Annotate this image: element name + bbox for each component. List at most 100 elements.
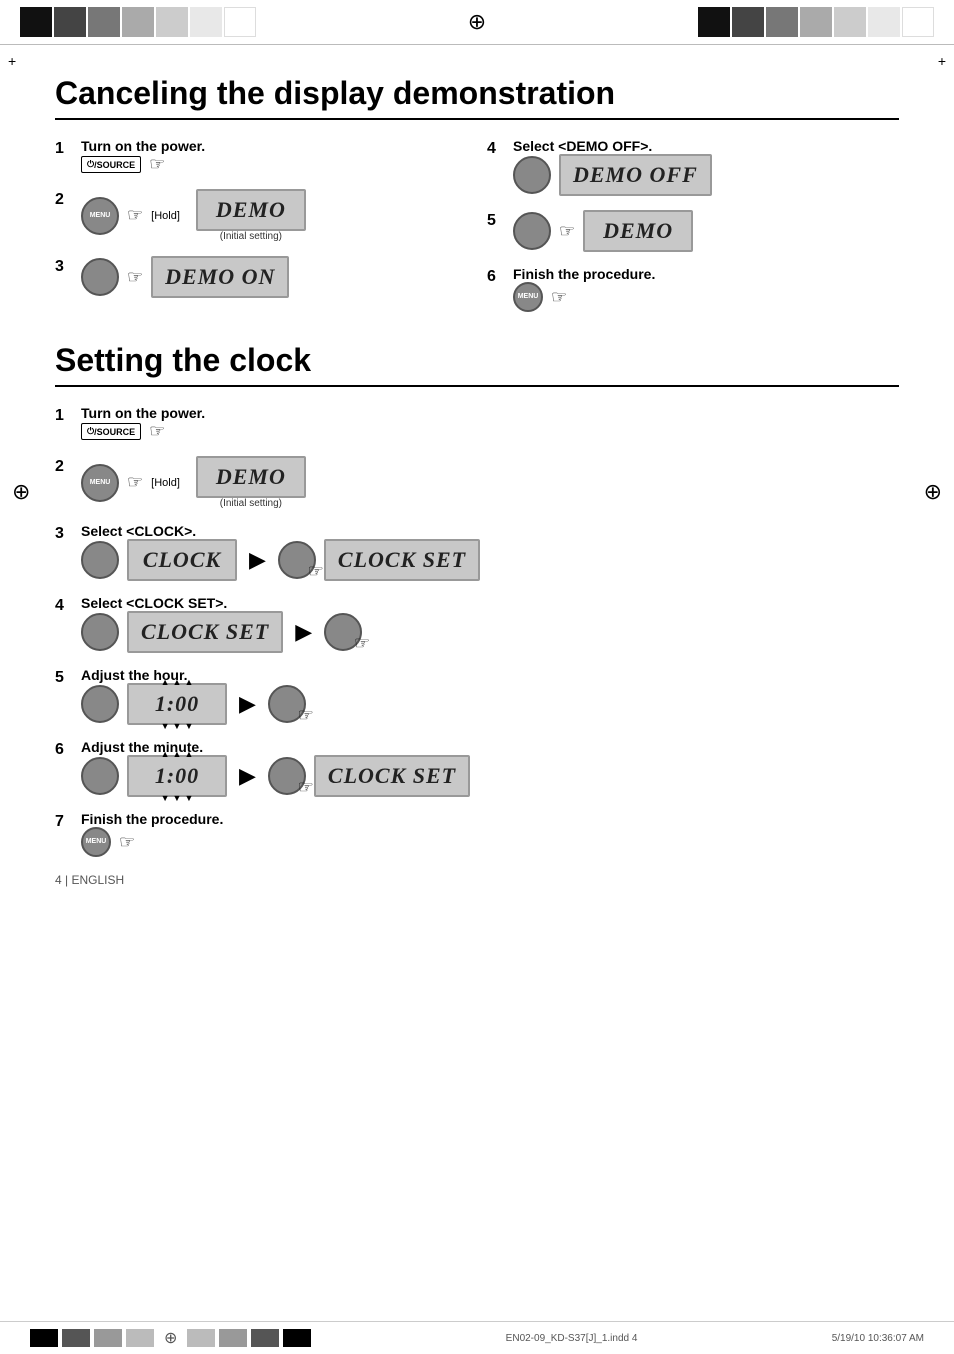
hand-icon-6: ☞	[551, 287, 567, 308]
clock-step4-controls: CLOCK SET ▶ ☞	[81, 611, 362, 653]
down-arrows: ▼ ▼ ▼	[161, 721, 194, 731]
knob-c6b[interactable]: ☞	[268, 757, 306, 795]
step3-num: 3	[55, 258, 73, 276]
down-arrow-m2: ▼	[173, 793, 182, 803]
color-strip-right	[698, 7, 934, 37]
step4-controls: DEMO OFF	[513, 154, 712, 196]
clock-step5-num: 5	[55, 669, 73, 687]
color-block	[224, 7, 256, 37]
step2-display-wrap: DEMO (Initial setting)	[196, 189, 306, 242]
source-button[interactable]: ⏻/SOURCE	[81, 156, 141, 173]
color-block	[190, 7, 222, 37]
hand-icon-c7: ☞	[119, 832, 135, 853]
page-number-line: 4 | ENGLISH	[55, 873, 899, 887]
bottom-block	[251, 1329, 279, 1347]
crosshair-center: ⊕	[468, 11, 486, 33]
knob-step4[interactable]	[513, 156, 551, 194]
file-info: EN02-09_KD-S37[J]_1.indd 4	[506, 1333, 638, 1344]
page-lang: ENGLISH	[71, 873, 124, 887]
clock-step4-num: 4	[55, 597, 73, 615]
clock-step3-content: Select <CLOCK>. CLOCK ▶ ☞ CLOCK SET	[81, 523, 480, 581]
knob-step3[interactable]	[81, 258, 119, 296]
top-bar: ⊕	[0, 0, 954, 45]
menu-knob-finish[interactable]: MENU	[81, 827, 111, 857]
step3-content: ☞ DEMO ON	[81, 256, 289, 298]
up-arrows-min: ▲ ▲ ▲	[161, 749, 194, 759]
bottom-bar: ⊕ EN02-09_KD-S37[J]_1.indd 4 5/19/10 10:…	[0, 1321, 954, 1354]
clock-set-display-c6: CLOCK SET	[314, 755, 470, 797]
step6-num: 6	[487, 268, 505, 286]
knob-c6[interactable]	[81, 757, 119, 795]
demo-text: DEMO	[216, 197, 286, 223]
color-block	[88, 7, 120, 37]
knob-c4[interactable]	[81, 613, 119, 651]
section1-steps: 1 Turn on the power. ⏻/SOURCE ☞ 2	[55, 138, 899, 326]
minute-display: ▲ ▲ ▲ 1:00 ▼ ▼ ▼	[127, 755, 227, 797]
up-arrows: ▲ ▲ ▲	[161, 677, 194, 687]
clock-step7-num: 7	[55, 813, 73, 831]
step1-controls: ⏻/SOURCE ☞	[81, 154, 205, 175]
page-num: 4	[55, 873, 62, 887]
section-cancel-demo: Canceling the display demonstration 1 Tu…	[55, 75, 899, 326]
arrow-c4: ▶	[295, 619, 312, 645]
up-arrow1: ▲	[161, 677, 170, 687]
knob-c5b[interactable]: ☞	[268, 685, 306, 723]
knob-c5[interactable]	[81, 685, 119, 723]
down-arrow-m1: ▼	[161, 793, 170, 803]
clock-step4-label: Select <CLOCK SET>.	[81, 595, 362, 611]
clock-step1-controls: ⏻/SOURCE ☞	[81, 421, 205, 442]
color-block	[698, 7, 730, 37]
clock-step2-content: MENU ☞ [Hold] DEMO (Initial setting)	[81, 456, 306, 509]
knob-c3[interactable]	[81, 541, 119, 579]
menu-knob[interactable]: MENU	[81, 197, 119, 235]
menu-finish-label: MENU	[518, 293, 539, 301]
color-block	[800, 7, 832, 37]
corner-mark-tl: +	[8, 53, 16, 69]
clock-set-display-c3: CLOCK SET	[324, 539, 480, 581]
source-button-2[interactable]: ⏻/SOURCE	[81, 423, 141, 440]
bottom-crosshair: ⊕	[164, 1328, 177, 1348]
menu-knob-c2[interactable]: MENU	[81, 464, 119, 502]
clock-step5-controls: ▲ ▲ ▲ 1:00 ▼ ▼ ▼ ▶ ☞	[81, 683, 306, 725]
demo-display-c2: DEMO	[196, 456, 306, 498]
bottom-block	[187, 1329, 215, 1347]
menu-knob-c2-label: MENU	[90, 479, 111, 487]
demo-off-text: DEMO OFF	[573, 162, 698, 188]
step5-content: ☞ DEMO	[513, 210, 693, 252]
clock-step4: 4 Select <CLOCK SET>. CLOCK SET ▶ ☞	[55, 595, 899, 653]
clock-step7-label: Finish the procedure.	[81, 811, 223, 827]
clock-step2-display-wrap: DEMO (Initial setting)	[196, 456, 306, 509]
color-block	[20, 7, 52, 37]
source-icon-2: ⏻	[87, 426, 94, 437]
up-arrow2: ▲	[173, 677, 182, 687]
knob-c4b[interactable]: ☞	[324, 613, 362, 651]
page-content: + + Canceling the display demonstration …	[0, 45, 954, 913]
bottom-block	[126, 1329, 154, 1347]
clock-step1: 1 Turn on the power. ⏻/SOURCE ☞	[55, 405, 899, 442]
step6: 6 Finish the procedure. MENU ☞	[487, 266, 899, 312]
section1-title: Canceling the display demonstration	[55, 75, 899, 112]
clock-step7: 7 Finish the procedure. MENU ☞	[55, 811, 899, 857]
section1-right: 4 Select <DEMO OFF>. DEMO OFF 5	[467, 138, 899, 326]
color-block	[732, 7, 764, 37]
bottom-block	[283, 1329, 311, 1347]
menu-finish-knob[interactable]: MENU	[513, 282, 543, 312]
bottom-block	[30, 1329, 58, 1347]
step4-num: 4	[487, 140, 505, 158]
knob-step5[interactable]	[513, 212, 551, 250]
step1-label: Turn on the power.	[81, 138, 205, 154]
section-clock: Setting the clock 1 Turn on the power. ⏻…	[55, 342, 899, 857]
hand-icon-1: ☞	[149, 154, 165, 175]
step1: 1 Turn on the power. ⏻/SOURCE ☞	[55, 138, 467, 175]
step2-controls: MENU ☞ [Hold] DEMO (Initial setting)	[81, 189, 306, 242]
color-block	[54, 7, 86, 37]
bottom-marks-left: ⊕	[30, 1328, 311, 1348]
clock-step5-content: Adjust the hour. ▲ ▲ ▲ 1:00 ▼ ▼ ▼	[81, 667, 306, 725]
knob-c3b[interactable]: ☞	[278, 541, 316, 579]
step6-label: Finish the procedure.	[513, 266, 655, 282]
clock-step5-label: Adjust the hour.	[81, 667, 306, 683]
hour-display: ▲ ▲ ▲ 1:00 ▼ ▼ ▼	[127, 683, 227, 725]
step4: 4 Select <DEMO OFF>. DEMO OFF	[487, 138, 899, 196]
color-block	[902, 7, 934, 37]
clock-step6-label: Adjust the minute.	[81, 739, 470, 755]
